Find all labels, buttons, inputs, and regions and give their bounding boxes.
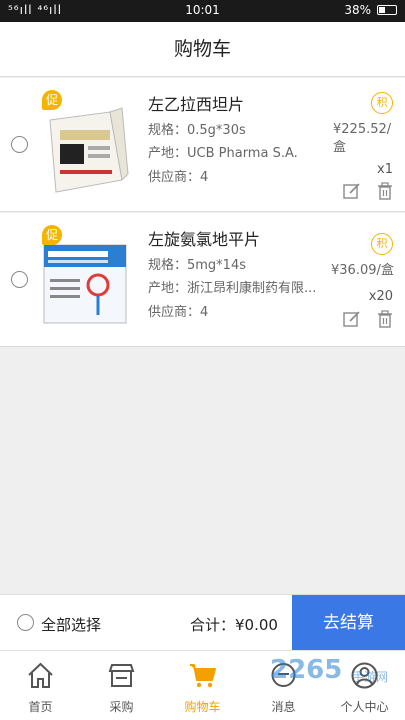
checkout-button[interactable]: 去结算 xyxy=(292,595,405,651)
promo-badge: 促 xyxy=(42,225,62,245)
home-icon xyxy=(28,662,53,688)
select-all-checkbox[interactable] xyxy=(17,614,34,631)
tab-label: 首页 xyxy=(28,700,53,714)
points-icon: 积 xyxy=(371,233,393,255)
tab-cart[interactable]: 购物车 xyxy=(162,651,243,720)
tab-purchase[interactable]: 采购 xyxy=(81,651,162,720)
bottom-tab-bar: 首页 采购 购物车 消息 个人中心 xyxy=(0,650,405,720)
tab-label: 采购 xyxy=(109,700,134,714)
battery-icon xyxy=(377,5,397,15)
delete-icon[interactable] xyxy=(376,310,394,328)
promo-badge: 促 xyxy=(42,90,62,110)
product-name[interactable]: 左乙拉西坦片 xyxy=(148,91,244,115)
product-origin: 产地：浙江昂利康制药有限... xyxy=(148,281,317,296)
cart-item[interactable]: 促 左旋氨氯地平片 规格：5mg*14s 产地：浙江昂利康制药有限... 供应商… xyxy=(0,213,405,347)
checkout-bar: 全部选择 合计：¥0.00 去结算 xyxy=(0,594,405,651)
delete-icon[interactable] xyxy=(376,182,394,200)
watermark-logo: 2265 xyxy=(270,655,343,685)
product-spec: 规格：5mg*14s xyxy=(148,258,247,273)
store-icon xyxy=(108,664,135,687)
product-price: ¥36.09/盒 xyxy=(331,263,394,278)
item-checkbox[interactable] xyxy=(11,271,28,288)
battery-percent: 38% xyxy=(344,3,371,17)
watermark-text: 手游网 xyxy=(352,670,389,684)
cart-icon xyxy=(190,664,216,688)
product-name[interactable]: 左旋氨氯地平片 xyxy=(148,226,260,250)
tab-home[interactable]: 首页 xyxy=(0,651,81,720)
product-quantity: x20 xyxy=(368,289,393,304)
product-origin: 产地：UCB Pharma S.A. xyxy=(148,146,298,161)
edit-icon[interactable] xyxy=(343,310,361,328)
edit-icon[interactable] xyxy=(343,182,361,200)
tab-label: 个人中心 xyxy=(340,700,389,714)
cart-item[interactable]: 促 左乙拉西坦片 规格：0.5g*30s 产地：UCB Pharma S.A. … xyxy=(0,78,405,212)
page-title: 购物车 xyxy=(0,22,405,77)
product-supplier: 供应商：4 xyxy=(148,305,209,320)
tab-label: 消息 xyxy=(271,700,296,714)
product-spec: 规格：0.5g*30s xyxy=(148,123,246,138)
product-quantity: x1 xyxy=(377,162,393,177)
select-all-label[interactable]: 全部选择 xyxy=(41,614,101,635)
product-price: ¥225.52/盒 xyxy=(333,122,392,155)
total-amount: 合计：¥0.00 xyxy=(190,616,278,634)
status-bar: ⁵⁶ıll ⁴⁶ıll 10:01 38% xyxy=(0,0,405,22)
tab-label: 购物车 xyxy=(184,700,221,714)
points-icon: 积 xyxy=(371,92,393,114)
product-supplier: 供应商：4 xyxy=(148,170,209,185)
item-checkbox[interactable] xyxy=(11,136,28,153)
